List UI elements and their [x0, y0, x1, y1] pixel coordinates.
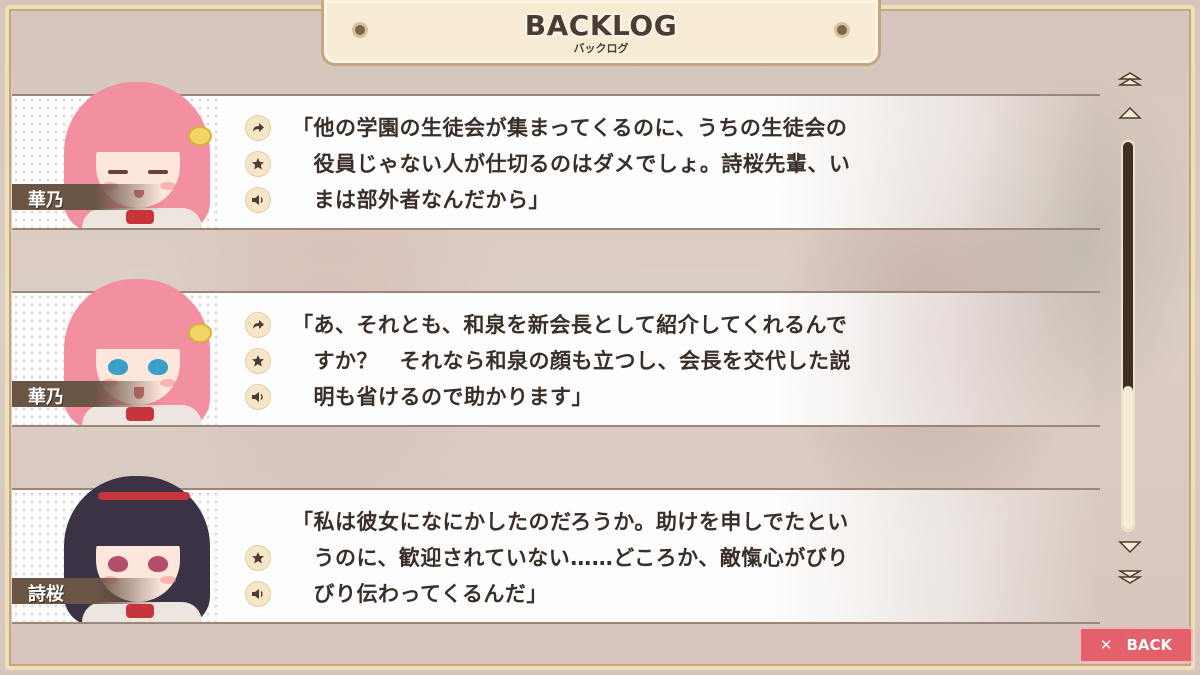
line-down-icon[interactable] — [1118, 540, 1142, 554]
jump-icon[interactable] — [245, 115, 271, 141]
dialogue-line: うのに、歓迎されていない……どころか、敵愾心がびり — [292, 546, 849, 570]
dialogue-line: 「他の学園の生徒会が集まってくるのに、うちの生徒会の — [292, 116, 848, 140]
dialogue-text: 「あ、それとも、和泉を新会長として紹介してくれるんで すか？ それなら和泉の顔も… — [292, 307, 952, 415]
close-x-icon: ✕ — [1099, 636, 1113, 654]
title-plate: BACKLOG バックログ — [321, 0, 881, 66]
backlog-entry: 華乃 「あ、それとも、和泉を新会長として紹介してくれるんで すか？ それなら和泉… — [12, 279, 1100, 427]
dialogue-line: まは部外者なんだから」 — [292, 188, 550, 212]
dialogue-line: びり伝わってくるんだ」 — [292, 582, 548, 606]
backlog-entry: 華乃 「他の学園の生徒会が集まってくるのに、うちの生徒会の 役員じゃない人が仕切… — [12, 82, 1100, 230]
backlog-entry: 詩桜 「私は彼女になにかしたのだろうか。助けを申しでたとい うのに、歓迎されてい… — [12, 476, 1100, 624]
back-button[interactable]: ✕ BACK — [1079, 627, 1193, 663]
dialogue-line: 明も省けるので助かります」 — [292, 385, 593, 409]
jump-icon[interactable] — [245, 312, 271, 338]
favorite-star-icon[interactable] — [245, 545, 271, 571]
replay-voice-icon[interactable] — [245, 187, 271, 213]
page-subtitle: バックログ — [573, 42, 629, 55]
dialogue-line: 「私は彼女になにかしたのだろうか。助けを申しでたとい — [292, 510, 849, 534]
replay-voice-icon[interactable] — [245, 581, 271, 607]
page-up-icon[interactable] — [1118, 72, 1142, 86]
scrollbar-thumb[interactable] — [1123, 386, 1133, 530]
dialogue-line: すか？ それなら和泉の顔も立つし、会長を交代した説 — [292, 349, 851, 373]
back-button-label: BACK — [1126, 636, 1173, 654]
speaker-name: 華乃 — [28, 387, 64, 408]
dialogue-line: 「あ、それとも、和泉を新会長として紹介してくれるんで — [292, 313, 848, 337]
page-title: BACKLOG — [524, 9, 678, 42]
line-up-icon[interactable] — [1118, 106, 1142, 120]
scrollbar-track[interactable] — [1121, 140, 1135, 532]
replay-voice-icon[interactable] — [245, 384, 271, 410]
dialogue-text: 「他の学園の生徒会が集まってくるのに、うちの生徒会の 役員じゃない人が仕切るのは… — [292, 110, 952, 218]
speaker-name: 詩桜 — [28, 584, 64, 605]
dialogue-line: 役員じゃない人が仕切るのはダメでしょ。詩桜先輩、い — [292, 152, 851, 176]
speaker-name: 華乃 — [28, 190, 64, 211]
dialogue-text: 「私は彼女になにかしたのだろうか。助けを申しでたとい うのに、歓迎されていない…… — [292, 504, 952, 612]
favorite-star-icon[interactable] — [245, 151, 271, 177]
page-down-icon[interactable] — [1118, 570, 1142, 584]
favorite-star-icon[interactable] — [245, 348, 271, 374]
